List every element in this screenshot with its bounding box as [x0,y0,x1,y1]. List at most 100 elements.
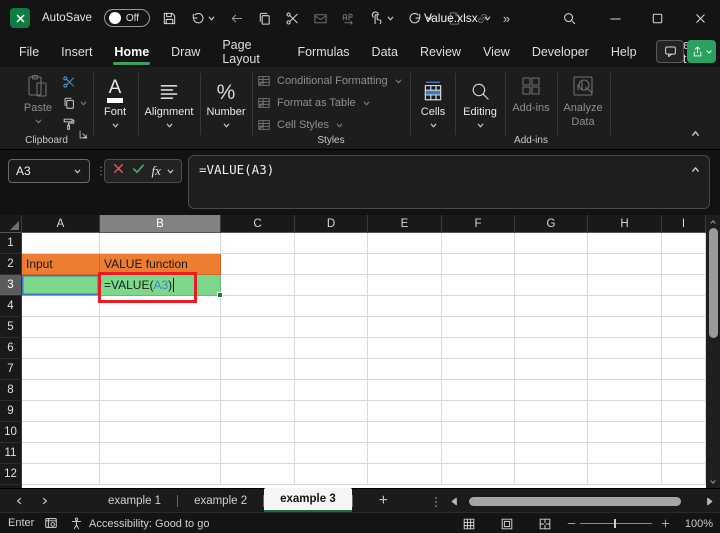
tab-review[interactable]: Review [409,36,472,67]
cell-A1[interactable] [22,233,100,254]
cell-B7[interactable] [100,359,221,380]
vertical-scroll-thumb[interactable] [708,228,718,338]
collapse-ribbon-button[interactable] [690,126,701,144]
sheet-menu-icon[interactable] [430,495,442,513]
cell-A9[interactable] [22,401,100,422]
cell-B9[interactable] [100,401,221,422]
cell-A5[interactable] [22,317,100,338]
cell-I11[interactable] [662,443,706,464]
format-as-table-button[interactable]: Format as Table [257,96,403,110]
cell-F5[interactable] [442,317,515,338]
cell-H11[interactable] [588,443,662,464]
cell-D5[interactable] [295,317,368,338]
cell-I3[interactable] [662,275,706,296]
copy-ribbon-button[interactable] [62,96,88,110]
cell-C7[interactable] [221,359,295,380]
zoom-level[interactable]: 100% [685,513,713,533]
vertical-scrollbar[interactable] [706,215,720,488]
row-header-5[interactable]: 5 [0,317,22,338]
qat-overflow-button[interactable]: » [503,11,511,26]
cell-E9[interactable] [368,401,442,422]
cell-D2[interactable] [295,254,368,275]
cell-H2[interactable] [588,254,662,275]
tab-insert[interactable]: Insert [50,36,103,67]
zoom-out-button[interactable] [566,513,577,533]
scroll-left-icon[interactable] [450,497,459,506]
cell-H8[interactable] [588,380,662,401]
clipboard-dialog-launcher[interactable] [78,127,89,145]
row-header-4[interactable]: 4 [0,296,22,317]
tab-file[interactable]: File [8,36,50,67]
cell-E11[interactable] [368,443,442,464]
macro-record-icon[interactable] [44,516,58,533]
cells-group-button[interactable]: Cells [411,73,455,130]
sheet-tab-example-2[interactable]: example 2 [178,489,263,512]
autosave-toggle[interactable]: Off [103,9,150,27]
column-header-F[interactable]: F [442,215,515,233]
column-header-H[interactable]: H [588,215,662,233]
cell-H6[interactable] [588,338,662,359]
add-sheet-button[interactable]: + [379,492,388,509]
undo-button[interactable] [190,11,216,26]
cell-G6[interactable] [515,338,588,359]
format-painter-button[interactable] [62,117,76,131]
cell-B2[interactable]: VALUE function [100,254,221,275]
cell-C5[interactable] [221,317,295,338]
cell-B10[interactable] [100,422,221,443]
cell-H7[interactable] [588,359,662,380]
cell-A3[interactable] [22,275,100,296]
fill-handle[interactable] [217,292,223,298]
tab-developer[interactable]: Developer [521,36,600,67]
cell-D3[interactable] [295,275,368,296]
close-button[interactable] [680,0,720,36]
sheet-tab-example-1[interactable]: example 1 [92,489,177,512]
touch-mode-button[interactable] [369,11,395,26]
page-layout-view-icon[interactable] [500,517,514,531]
zoom-slider-track[interactable] [580,523,652,524]
cell-B6[interactable] [100,338,221,359]
row-header-12[interactable]: 12 [0,464,22,485]
tab-view[interactable]: View [472,36,521,67]
cell-G2[interactable] [515,254,588,275]
accessibility-status[interactable]: Accessibility: Good to go [70,513,209,533]
cell-D7[interactable] [295,359,368,380]
cell-I2[interactable] [662,254,706,275]
sheet-tab-example-3[interactable]: example 3 [264,487,352,513]
row-header-2[interactable]: 2 [0,254,22,275]
cell-D8[interactable] [295,380,368,401]
cell-E4[interactable] [368,296,442,317]
maximize-button[interactable] [638,0,676,36]
cell-A8[interactable] [22,380,100,401]
cut-ribbon-button[interactable] [62,75,76,89]
column-header-E[interactable]: E [368,215,442,233]
cell-I7[interactable] [662,359,706,380]
cell-G1[interactable] [515,233,588,254]
cell-F12[interactable] [442,464,515,485]
cell-F11[interactable] [442,443,515,464]
tab-formulas[interactable]: Formulas [286,36,360,67]
cell-G4[interactable] [515,296,588,317]
excel-logo-icon[interactable] [10,8,30,28]
cell-G7[interactable] [515,359,588,380]
cancel-button[interactable] [111,161,126,181]
cell-E7[interactable] [368,359,442,380]
save-button[interactable] [162,11,177,26]
cell-H10[interactable] [588,422,662,443]
document-title[interactable]: Value.xlsx [424,0,492,36]
select-all-button[interactable] [0,215,22,233]
cell-F7[interactable] [442,359,515,380]
column-header-B[interactable]: B [100,215,221,233]
cell-G10[interactable] [515,422,588,443]
cell-H4[interactable] [588,296,662,317]
cell-D10[interactable] [295,422,368,443]
next-sheet-icon[interactable] [40,496,50,506]
cell-F2[interactable] [442,254,515,275]
cell-B8[interactable] [100,380,221,401]
cell-G9[interactable] [515,401,588,422]
search-button[interactable] [552,0,586,36]
column-header-A[interactable]: A [22,215,100,233]
row-header-8[interactable]: 8 [0,380,22,401]
cell-F9[interactable] [442,401,515,422]
cell-I4[interactable] [662,296,706,317]
cell-B12[interactable] [100,464,221,485]
